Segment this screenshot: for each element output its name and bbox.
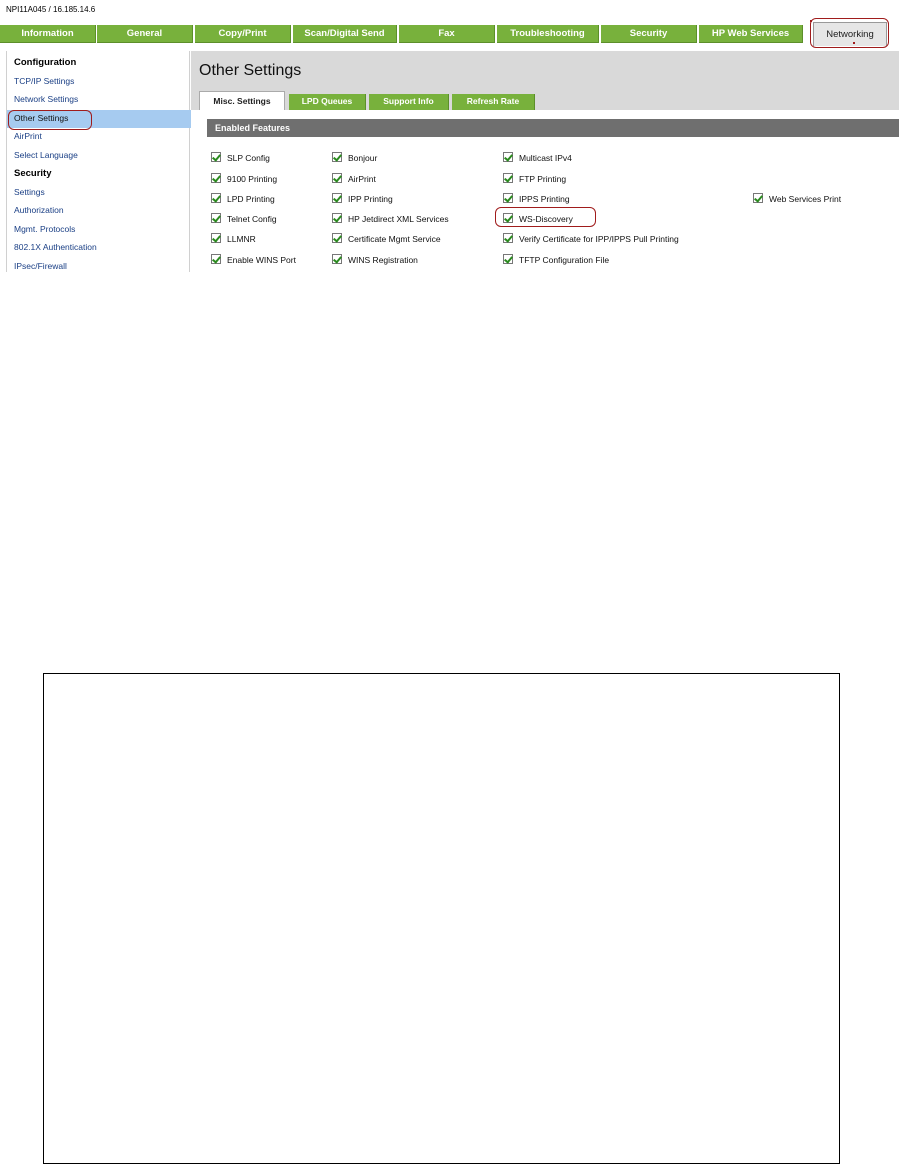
feature-label: HP Jetdirect XML Services bbox=[348, 214, 449, 224]
subtab-refresh-rate[interactable]: Refresh Rate bbox=[452, 94, 535, 110]
sidebar-item-network-settings[interactable]: Network Settings bbox=[14, 94, 78, 104]
checkbox[interactable] bbox=[503, 152, 513, 162]
tab-copy-print[interactable]: Copy/Print bbox=[195, 25, 291, 43]
sidebar-item-other-settings[interactable]: Other Settings bbox=[14, 113, 68, 123]
sidebar-item-mgmt-protocols[interactable]: Mgmt. Protocols bbox=[14, 224, 75, 234]
sidebar: Configuration TCP/IP Settings Network Se… bbox=[6, 51, 191, 272]
tab-fax[interactable]: Fax bbox=[399, 25, 495, 43]
feature-label: Certificate Mgmt Service bbox=[348, 234, 441, 244]
subtab-lpd-queues[interactable]: LPD Queues bbox=[289, 94, 366, 110]
checkbox[interactable] bbox=[753, 193, 763, 203]
feature-label: SLP Config bbox=[227, 153, 270, 163]
tab-troubleshooting[interactable]: Troubleshooting bbox=[497, 25, 599, 43]
checkbox[interactable] bbox=[211, 193, 221, 203]
tab-information[interactable]: Information bbox=[0, 25, 96, 43]
checkbox[interactable] bbox=[332, 193, 342, 203]
sidebar-item-tcpip-settings[interactable]: TCP/IP Settings bbox=[14, 76, 74, 86]
feature-label: Enable WINS Port bbox=[227, 255, 296, 265]
feature-label: FTP Printing bbox=[519, 174, 567, 184]
feature-label: WS-Discovery bbox=[519, 214, 573, 224]
tab-security[interactable]: Security bbox=[601, 25, 697, 43]
checkbox[interactable] bbox=[503, 173, 513, 183]
checkbox[interactable] bbox=[211, 213, 221, 223]
feature-label: LPD Printing bbox=[227, 194, 275, 204]
checkbox[interactable] bbox=[332, 254, 342, 264]
empty-frame bbox=[43, 673, 840, 1164]
checkbox[interactable] bbox=[503, 254, 513, 264]
sidebar-heading-configuration: Configuration bbox=[14, 57, 77, 68]
sidebar-item-settings[interactable]: Settings bbox=[14, 187, 45, 197]
checkbox[interactable] bbox=[332, 173, 342, 183]
annotation-dot bbox=[853, 42, 855, 44]
feature-label: AirPrint bbox=[348, 174, 376, 184]
feature-label: IPP Printing bbox=[348, 194, 393, 204]
tab-general[interactable]: General bbox=[97, 25, 193, 43]
annotation-dot bbox=[810, 20, 812, 22]
checkbox[interactable] bbox=[211, 254, 221, 264]
sidebar-item-airprint[interactable]: AirPrint bbox=[14, 131, 42, 141]
feature-label: Multicast IPv4 bbox=[519, 153, 572, 163]
checkbox[interactable] bbox=[503, 193, 513, 203]
feature-label: IPPS Printing bbox=[519, 194, 570, 204]
checkbox[interactable] bbox=[332, 213, 342, 223]
sidebar-item-select-language[interactable]: Select Language bbox=[14, 150, 78, 160]
checkbox[interactable] bbox=[211, 152, 221, 162]
device-id: NPI11A045 / 16.185.14.6 bbox=[6, 5, 96, 14]
checkbox[interactable] bbox=[332, 233, 342, 243]
page-title: Other Settings bbox=[199, 62, 302, 79]
section-header-enabled-features: Enabled Features bbox=[207, 119, 899, 137]
feature-label: Telnet Config bbox=[227, 214, 277, 224]
feature-label: Verify Certificate for IPP/IPPS Pull Pri… bbox=[519, 234, 679, 244]
feature-label: TFTP Configuration File bbox=[519, 255, 610, 265]
feature-label: WINS Registration bbox=[348, 255, 418, 265]
sidebar-item-authorization[interactable]: Authorization bbox=[14, 205, 64, 215]
tab-scan-digital-send[interactable]: Scan/Digital Send bbox=[293, 25, 397, 43]
feature-label: Web Services Print bbox=[769, 194, 842, 204]
checkbox[interactable] bbox=[211, 173, 221, 183]
checkbox[interactable] bbox=[211, 233, 221, 243]
tab-hp-web-services[interactable]: HP Web Services bbox=[699, 25, 803, 43]
checkbox[interactable] bbox=[503, 213, 513, 223]
feature-label: 9100 Printing bbox=[227, 174, 278, 184]
sidebar-heading-security: Security bbox=[14, 168, 52, 179]
top-nav: Information General Copy/Print Scan/Digi… bbox=[0, 22, 899, 46]
sidebar-item-8021x-authentication[interactable]: 802.1X Authentication bbox=[14, 242, 97, 252]
tab-networking[interactable]: Networking bbox=[813, 22, 887, 46]
checkbox[interactable] bbox=[332, 152, 342, 162]
subtab-support-info[interactable]: Support Info bbox=[369, 94, 449, 110]
feature-label: LLMNR bbox=[227, 234, 256, 244]
sidebar-item-ipsec-firewall[interactable]: IPsec/Firewall bbox=[14, 261, 67, 271]
feature-label: Bonjour bbox=[348, 153, 378, 163]
subtab-misc-settings[interactable]: Misc. Settings bbox=[199, 91, 285, 110]
checkbox[interactable] bbox=[503, 233, 513, 243]
